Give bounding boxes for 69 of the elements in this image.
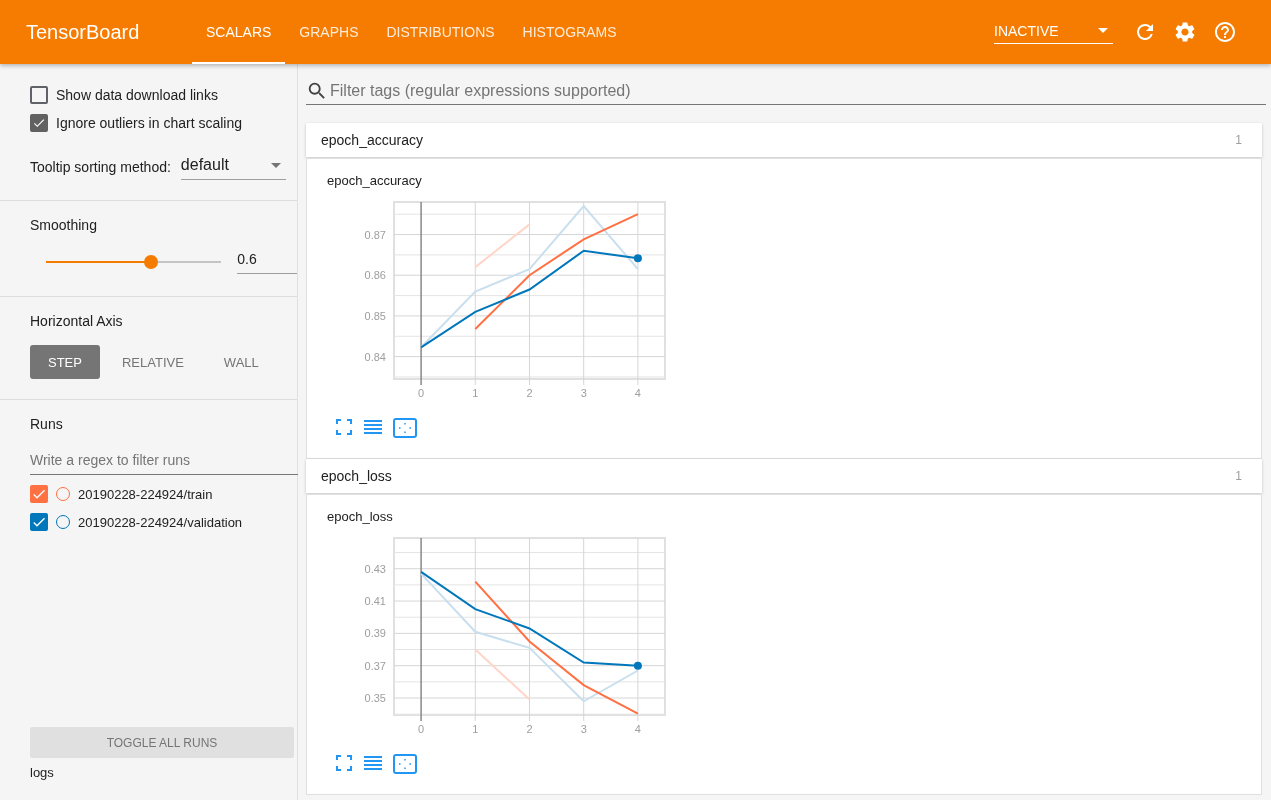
y-tick-label: 0.35 — [364, 692, 386, 705]
checkbox-label: Ignore outliers in chart scaling — [56, 115, 242, 131]
y-tick-label: 0.39 — [364, 627, 386, 640]
tooltip-sorting-dropdown[interactable]: default — [180, 154, 286, 180]
x-tick-label: 0 — [418, 723, 425, 735]
x-tick-label: 4 — [634, 723, 641, 735]
settings-icon[interactable] — [1173, 20, 1197, 44]
smoothing-value-field[interactable]: 0.6 — [237, 249, 297, 274]
checkbox-label: Show data download links — [56, 87, 218, 103]
x-tick-label: 0 — [418, 387, 425, 399]
checkbox[interactable] — [30, 86, 48, 104]
tag-count: 1 — [1235, 469, 1242, 483]
data-point-marker — [633, 661, 642, 670]
chart-title: epoch_accuracy — [327, 173, 423, 188]
x-tick-label: 1 — [472, 387, 479, 399]
slider-thumb[interactable] — [144, 254, 159, 269]
fullscreen-icon[interactable] — [335, 418, 353, 436]
list-lines-icon[interactable] — [363, 418, 383, 436]
fit-domain-icon[interactable] — [393, 754, 417, 774]
list-lines-icon[interactable] — [363, 754, 383, 772]
tag-group-name: epoch_loss — [321, 468, 392, 484]
axis-option-button[interactable]: WALL — [205, 345, 277, 379]
axis-option-button[interactable]: STEP — [30, 345, 100, 379]
caret-icon — [270, 162, 281, 168]
tag-group-header[interactable]: epoch_accuracy 1 — [306, 123, 1262, 157]
run-checkbox[interactable] — [30, 513, 48, 531]
section-title: Horizontal Axis — [30, 313, 124, 329]
y-tick-label: 0.87 — [364, 228, 386, 241]
x-tick-label: 2 — [526, 723, 533, 735]
tag-filter-field[interactable]: Filter tags (regular expressions supported) — [330, 78, 1266, 104]
x-tick-label: 1 — [472, 723, 479, 735]
run-checkbox[interactable] — [30, 485, 48, 503]
fullscreen-icon[interactable] — [335, 754, 353, 772]
section-title: Smoothing — [30, 217, 98, 233]
caret-icon — [1098, 28, 1108, 33]
check-icon — [32, 116, 46, 130]
run-name: 20190228-224924/validation — [78, 514, 243, 530]
run-selector-dropdown[interactable]: INACTIVE — [994, 20, 1113, 44]
x-tick-label: 4 — [634, 387, 641, 399]
run-filter-field[interactable]: Write a regex to filter runs — [30, 446, 298, 475]
fit-domain-icon[interactable] — [393, 418, 417, 438]
section-title: Runs — [30, 416, 64, 432]
tooltip-sorting-label: Tooltip sorting method: — [30, 159, 171, 175]
smoothing-slider[interactable] — [46, 254, 222, 269]
y-tick-label: 0.86 — [364, 269, 386, 282]
search-icon — [306, 80, 328, 102]
checkbox[interactable] — [30, 114, 48, 132]
run-name: 20190228-224924/train — [78, 486, 213, 502]
chart-title: epoch_loss — [327, 509, 394, 524]
nav-tab[interactable]: HISTOGRAMS — [508, 0, 631, 64]
help-icon[interactable] — [1213, 20, 1237, 44]
tag-count: 1 — [1235, 133, 1242, 147]
logdir-label: logs — [30, 765, 55, 780]
tag-group-name: epoch_accuracy — [321, 132, 423, 148]
axis-option-button[interactable]: RELATIVE — [103, 345, 202, 379]
nav-tab[interactable]: DISTRIBUTIONS — [372, 0, 509, 64]
nav-tab[interactable]: GRAPHS — [285, 0, 373, 64]
app-title: TensorBoard — [25, 19, 141, 45]
toggle-all-runs-button[interactable]: TOGGLE ALL RUNS — [30, 727, 294, 758]
tag-group-header[interactable]: epoch_loss 1 — [306, 459, 1262, 493]
x-tick-label: 2 — [526, 387, 533, 399]
y-tick-label: 0.41 — [364, 595, 386, 608]
x-tick-label: 3 — [580, 723, 587, 735]
y-tick-label: 0.37 — [364, 659, 386, 672]
x-tick-label: 3 — [580, 387, 587, 399]
y-tick-label: 0.85 — [364, 309, 386, 322]
y-tick-label: 0.84 — [364, 350, 386, 363]
data-point-marker — [633, 254, 642, 263]
y-tick-label: 0.43 — [364, 562, 386, 575]
